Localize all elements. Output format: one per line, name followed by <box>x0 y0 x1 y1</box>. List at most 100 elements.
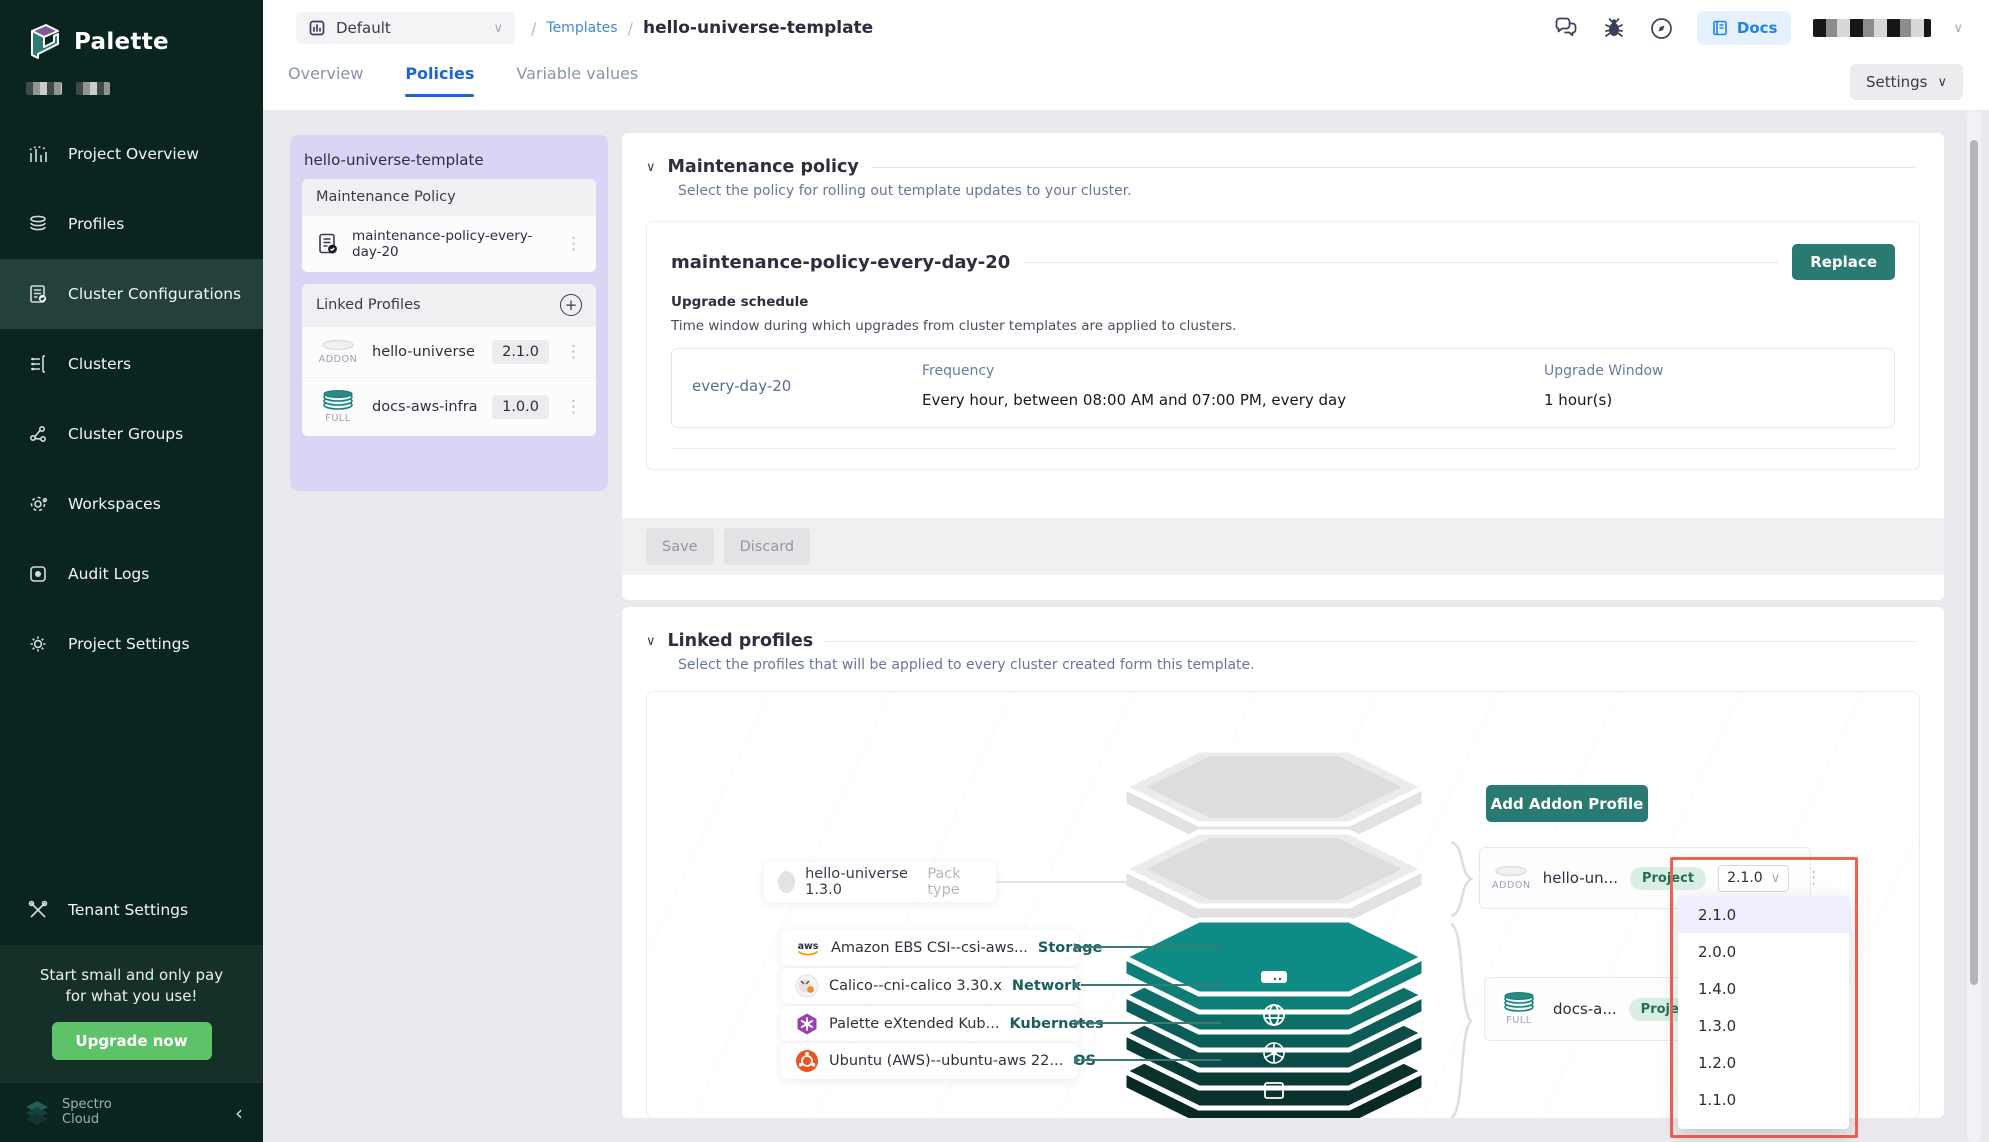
save-button[interactable]: Save <box>646 528 714 565</box>
profile-row-docs-aws-infra[interactable]: FULL docs-aws-infra 1.0.0 ⋮ <box>302 377 596 436</box>
sidebar-item-audit-logs[interactable]: Audit Logs <box>0 539 263 609</box>
aws-icon: aws <box>795 938 821 958</box>
pack-row-os[interactable]: Ubuntu (AWS)--ubuntu-aws 22... OS <box>781 1043 1079 1079</box>
section-title: Linked profiles <box>668 631 814 651</box>
collapse-section-icon[interactable]: ∨ <box>646 160 656 175</box>
add-profile-icon[interactable]: + <box>560 294 582 316</box>
chat-icon[interactable] <box>1553 15 1579 41</box>
user-menu-chevron-icon[interactable]: ∨ <box>1953 21 1963 36</box>
upgrade-schedule-description: Time window during which upgrades from c… <box>671 318 1895 334</box>
chevron-down-icon: ∨ <box>493 21 503 36</box>
compass-icon[interactable] <box>1649 15 1675 41</box>
sidebar-item-project-overview[interactable]: Project Overview <box>0 119 263 189</box>
sidebar-item-workspaces[interactable]: Workspaces <box>0 469 263 539</box>
sidebar-item-label: Tenant Settings <box>68 901 188 919</box>
breadcrumb: / Templates / hello-universe-template <box>531 18 873 38</box>
gear-icon <box>26 632 50 656</box>
project-selector-value: Default <box>336 19 391 37</box>
sidebar-item-label: Project Overview <box>68 145 199 163</box>
policy-detail-card: maintenance-policy-every-day-20 Replace … <box>646 221 1920 470</box>
topbar-row-1: Default ∨ / Templates / hello-universe-t… <box>263 0 1989 56</box>
tab-bar: Overview Policies Variable values <box>288 64 638 97</box>
version-option[interactable]: 2.0.0 <box>1678 933 1849 970</box>
sidebar-item-profiles[interactable]: Profiles <box>0 189 263 259</box>
sidebar-item-cluster-groups[interactable]: Cluster Groups <box>0 399 263 469</box>
add-addon-profile-button[interactable]: Add Addon Profile <box>1486 785 1648 822</box>
pack-row-storage[interactable]: aws Amazon EBS CSI--csi-aws... Storage <box>781 930 1079 966</box>
schedule-row: every-day-20 Frequency Every hour, betwe… <box>671 348 1895 428</box>
sidebar-item-clusters[interactable]: Clusters <box>0 329 263 399</box>
scrollbar-thumb[interactable] <box>1970 140 1978 985</box>
pack-name: Palette eXtended Kub... <box>829 1016 999 1032</box>
nodes-icon <box>26 422 50 446</box>
settings-button[interactable]: Settings ∨ <box>1850 64 1963 100</box>
version-dropdown-menu: 2.1.0 2.0.0 1.4.0 1.3.0 1.2.0 1.1.0 <box>1678 896 1849 1129</box>
sidebar-item-project-settings[interactable]: Project Settings <box>0 609 263 679</box>
divider <box>671 448 1895 449</box>
kebab-menu-icon[interactable]: ⋮ <box>561 397 586 417</box>
sidebar-item-label: Cluster Configurations <box>68 285 241 303</box>
kebab-menu-icon[interactable]: ⋮ <box>561 234 586 254</box>
upgrade-window-value: 1 hour(s) <box>1544 391 1874 409</box>
profile-row-hello-universe[interactable]: ADDON hello-universe 2.1.0 ⋮ <box>302 326 596 377</box>
storage-layer-icon <box>1261 971 1287 983</box>
sidebar-item-tenant-settings[interactable]: Tenant Settings <box>0 875 263 945</box>
profile-name: hello-universe <box>372 344 480 360</box>
pack-type-pill[interactable]: hello-universe 1.3.0 Pack type <box>764 862 996 902</box>
redacted-block <box>76 82 110 95</box>
sidebar-item-label: Clusters <box>68 355 131 373</box>
frequency-label: Frequency <box>922 363 1544 379</box>
sidebar-item-cluster-configurations[interactable]: Cluster Configurations <box>0 259 263 329</box>
tab-variable-values[interactable]: Variable values <box>516 64 638 97</box>
pack-row-network[interactable]: Calico--cni-calico 3.30.x Network <box>781 968 1079 1004</box>
pack-name: Amazon EBS CSI--csi-aws... <box>831 940 1028 956</box>
pack-type-label: Pack type <box>927 866 982 898</box>
maintenance-section-header: ∨ Maintenance policy <box>622 133 1944 177</box>
tools-icon <box>26 898 50 922</box>
kebab-menu-icon[interactable]: ⋮ <box>561 342 586 362</box>
tab-overview[interactable]: Overview <box>288 64 363 97</box>
collapse-sidebar-icon[interactable]: ‹ <box>235 1101 243 1125</box>
collapse-section-icon[interactable]: ∨ <box>646 634 656 649</box>
spectro-cloud-label: Spectro Cloud <box>62 1098 112 1128</box>
version-option[interactable]: 1.4.0 <box>1678 970 1849 1007</box>
addon-type-icon: ADDON <box>1492 865 1531 891</box>
addon-type-icon: ADDON <box>316 339 360 365</box>
docs-button[interactable]: Docs <box>1697 11 1792 45</box>
brand-name: Palette <box>74 29 169 55</box>
redacted-username <box>1813 19 1931 37</box>
version-option[interactable]: 1.3.0 <box>1678 1007 1849 1044</box>
topbar: Default ∨ / Templates / hello-universe-t… <box>263 0 1989 110</box>
breadcrumb-link-templates[interactable]: Templates <box>546 20 617 36</box>
tab-policies[interactable]: Policies <box>405 64 474 97</box>
divider <box>871 167 1916 168</box>
version-option[interactable]: 1.2.0 <box>1678 1044 1849 1081</box>
breadcrumb-separator: / <box>628 19 633 38</box>
divider <box>825 641 1916 642</box>
linked-section-header: ∨ Linked profiles <box>622 607 1944 651</box>
upgrade-now-button[interactable]: Upgrade now <box>52 1022 212 1060</box>
version-option[interactable]: 2.1.0 <box>1678 896 1849 933</box>
sidebar-item-label: Workspaces <box>68 495 161 513</box>
main-content: hello-universe-template Maintenance Poli… <box>263 110 1989 1142</box>
maintenance-policy-item[interactable]: maintenance-policy-every-day-20 ⋮ <box>302 215 596 272</box>
profile-name: docs-aws-infra <box>372 399 480 415</box>
orbit-icon <box>26 492 50 516</box>
section-subtitle: Select the profiles that will be applied… <box>622 651 1944 673</box>
upsell-panel: Start small and only pay for what you us… <box>0 945 263 1083</box>
palette-logo-icon <box>24 22 64 62</box>
project-selector[interactable]: Default ∨ <box>296 12 515 44</box>
version-option[interactable]: 1.1.0 <box>1678 1081 1849 1118</box>
policy-title-row: maintenance-policy-every-day-20 Replace <box>671 244 1895 280</box>
bug-icon[interactable] <box>1601 15 1627 41</box>
full-type-icon: FULL <box>316 390 360 424</box>
policy-name: maintenance-policy-every-day-20 <box>671 252 1010 273</box>
pack-name: Ubuntu (AWS)--ubuntu-aws 22... <box>829 1053 1063 1069</box>
discard-button[interactable]: Discard <box>724 528 811 565</box>
pack-row-kubernetes[interactable]: Palette eXtended Kub... Kubernetes <box>781 1006 1079 1042</box>
server-list-icon <box>26 352 50 376</box>
topbar-actions: Docs ∨ <box>1553 11 1963 45</box>
replace-button[interactable]: Replace <box>1792 244 1895 280</box>
linked-profiles-header: Linked Profiles + <box>302 284 596 326</box>
breadcrumb-separator: / <box>531 19 536 38</box>
